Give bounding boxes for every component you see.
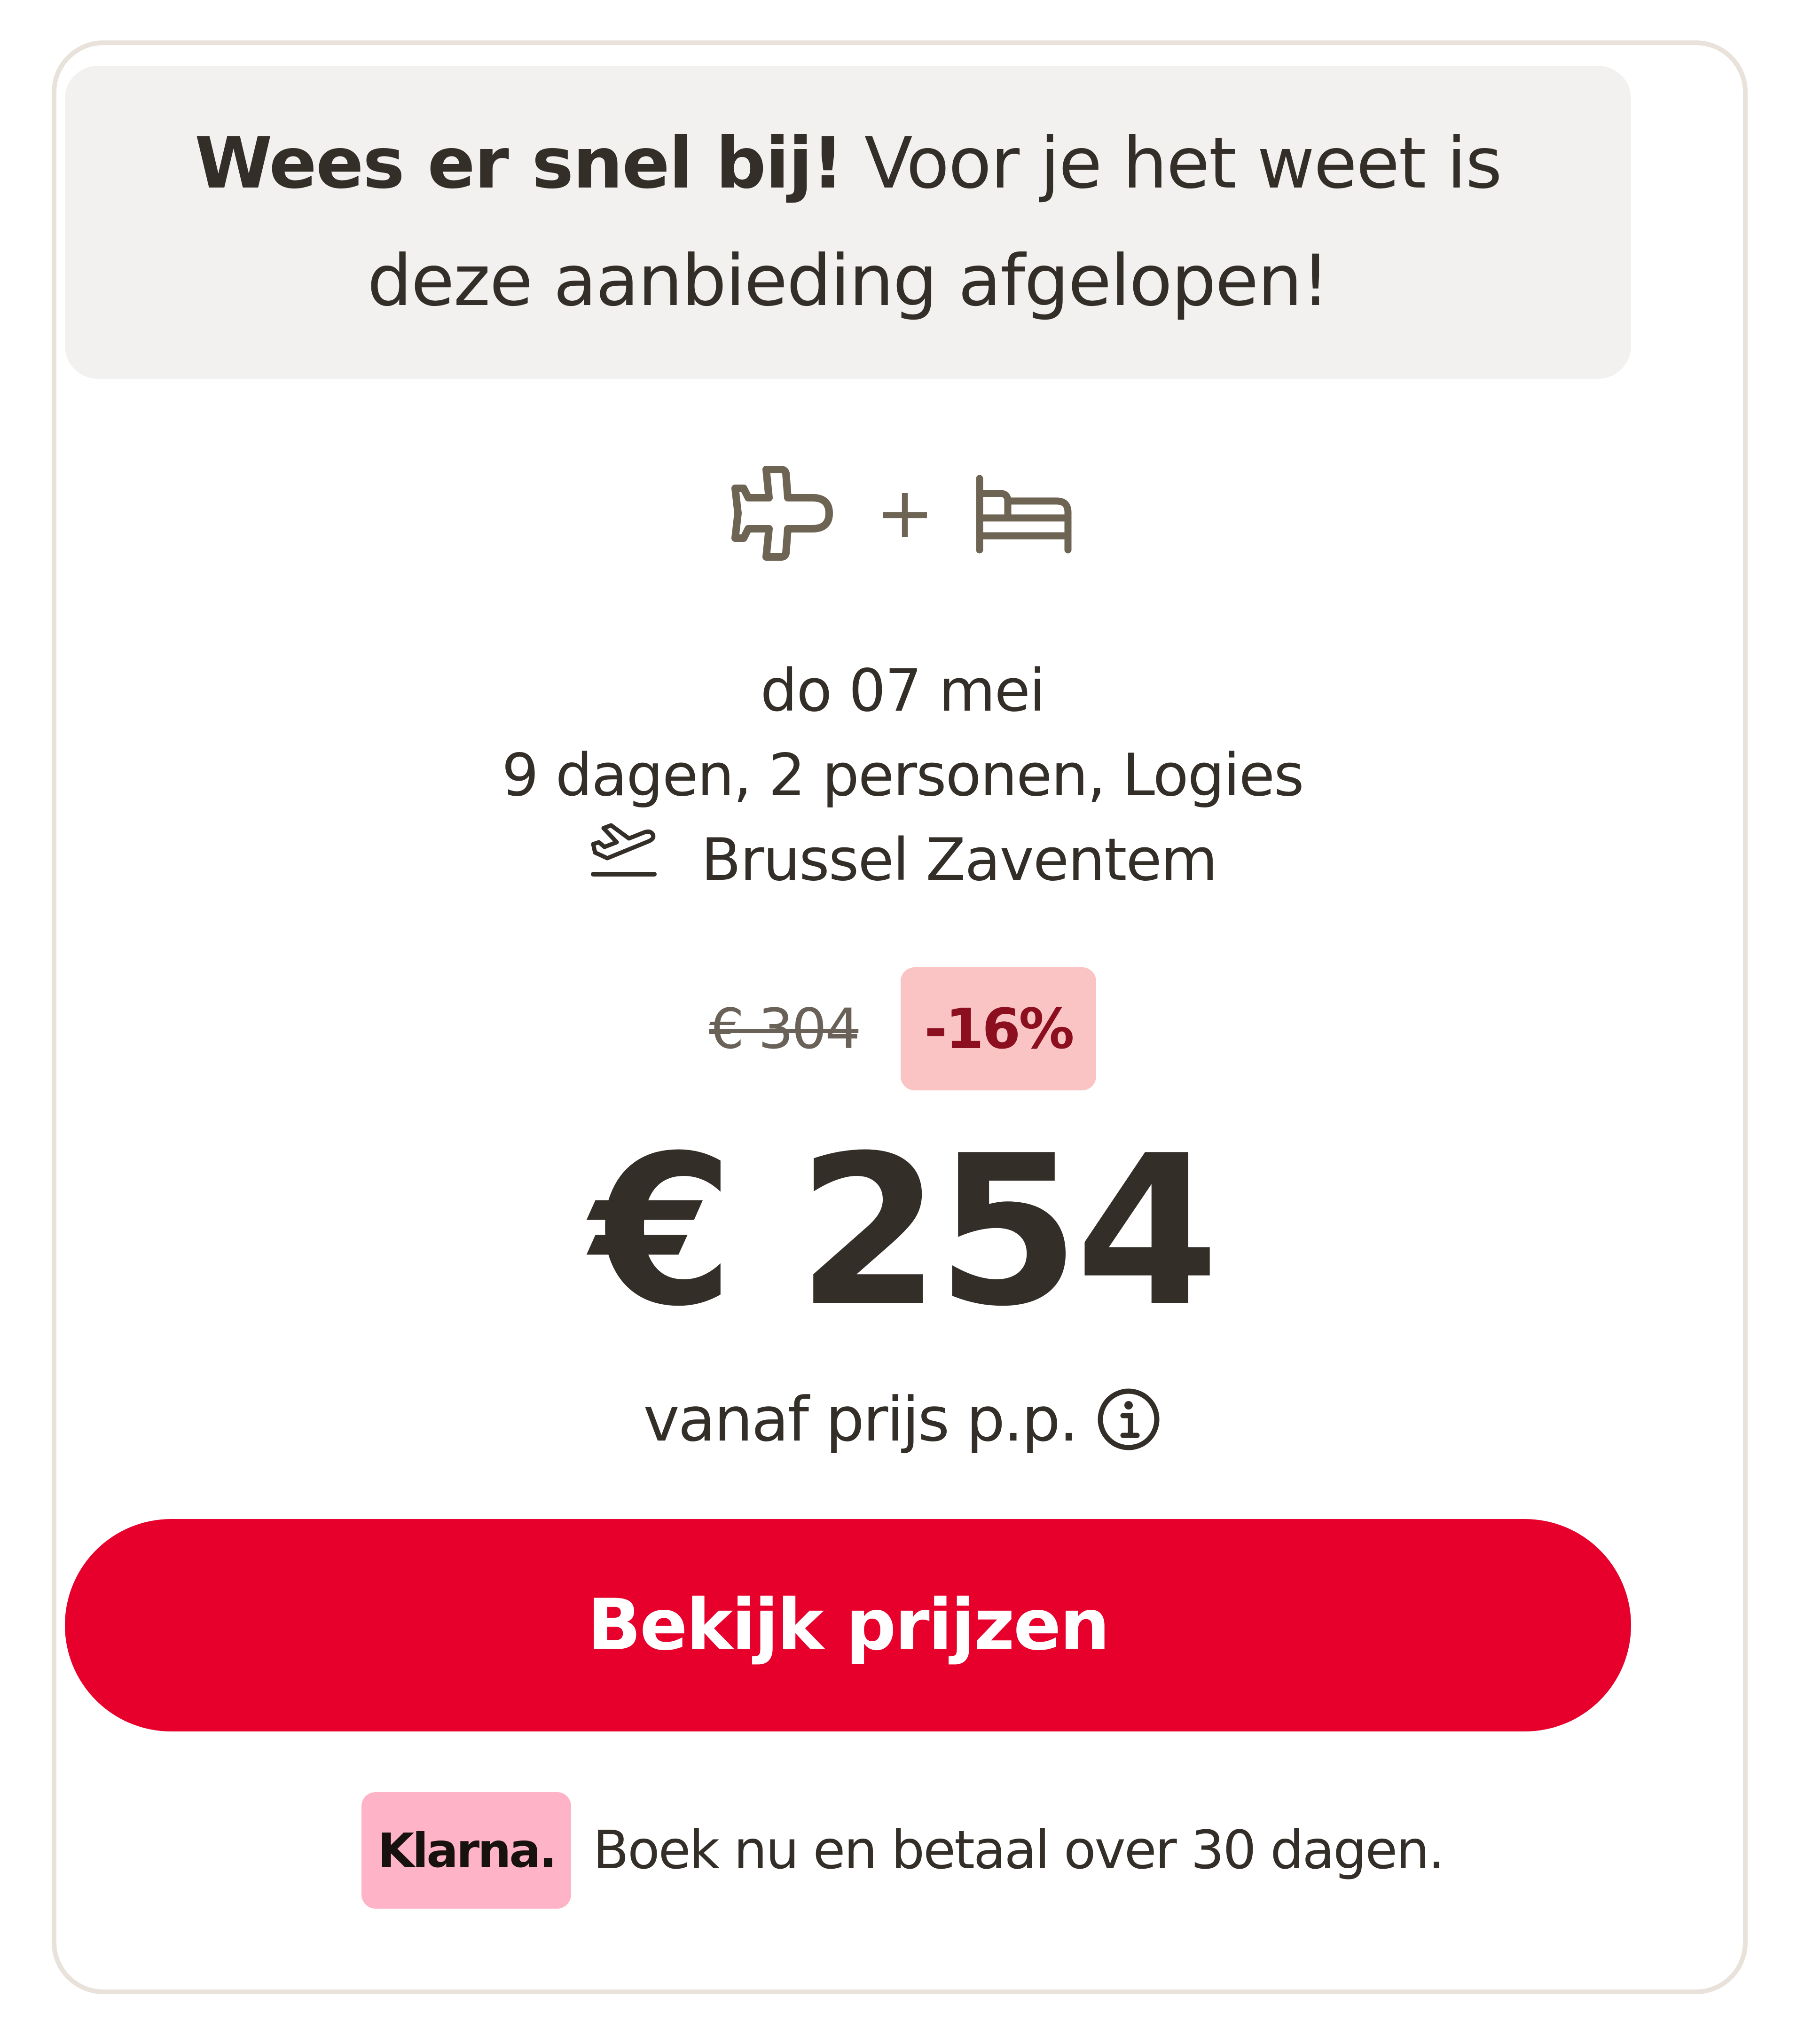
old-price: € 304 (709, 996, 860, 1061)
airport-name: Brussel Zaventem (701, 826, 1218, 894)
airplane-icon (730, 459, 833, 567)
klarna-logo: Klarna. (361, 1792, 572, 1909)
departure-date: do 07 mei (760, 657, 1046, 725)
klarna-promo: Klarna. Boek nu en betaal over 30 dagen. (0, 1792, 1805, 1909)
klarna-text: Boek nu en betaal over 30 dagen. (593, 1820, 1444, 1881)
info-icon[interactable] (1096, 1386, 1161, 1452)
urgency-strong-text: Wees er snel bij! (195, 123, 844, 204)
urgency-text: Wees er snel bij! Voor je het weet is de… (190, 105, 1506, 340)
price-per-person-label: vanaf prijs p.p. (643, 1384, 1079, 1455)
price-comparison: € 304 -16% (0, 965, 1805, 1092)
bed-icon (972, 471, 1075, 556)
urgency-banner: Wees er snel bij! Voor je het weet is de… (65, 66, 1631, 379)
departure-icon (589, 818, 659, 902)
view-prices-button[interactable]: Bekijk prijzen (65, 1519, 1631, 1731)
plus-sign: + (875, 472, 934, 554)
discount-badge: -16% (901, 967, 1096, 1090)
trip-details: do 07 mei 9 dagen, 2 personen, Logies Br… (0, 649, 1805, 902)
trip-summary: 9 dagen, 2 personen, Logies (502, 742, 1304, 809)
price-per-person-row: vanaf prijs p.p. (0, 1377, 1805, 1462)
departure-airport-row: Brussel Zaventem (0, 818, 1805, 902)
current-price: € 254 (590, 1111, 1219, 1352)
package-type-icons: + (0, 438, 1805, 588)
